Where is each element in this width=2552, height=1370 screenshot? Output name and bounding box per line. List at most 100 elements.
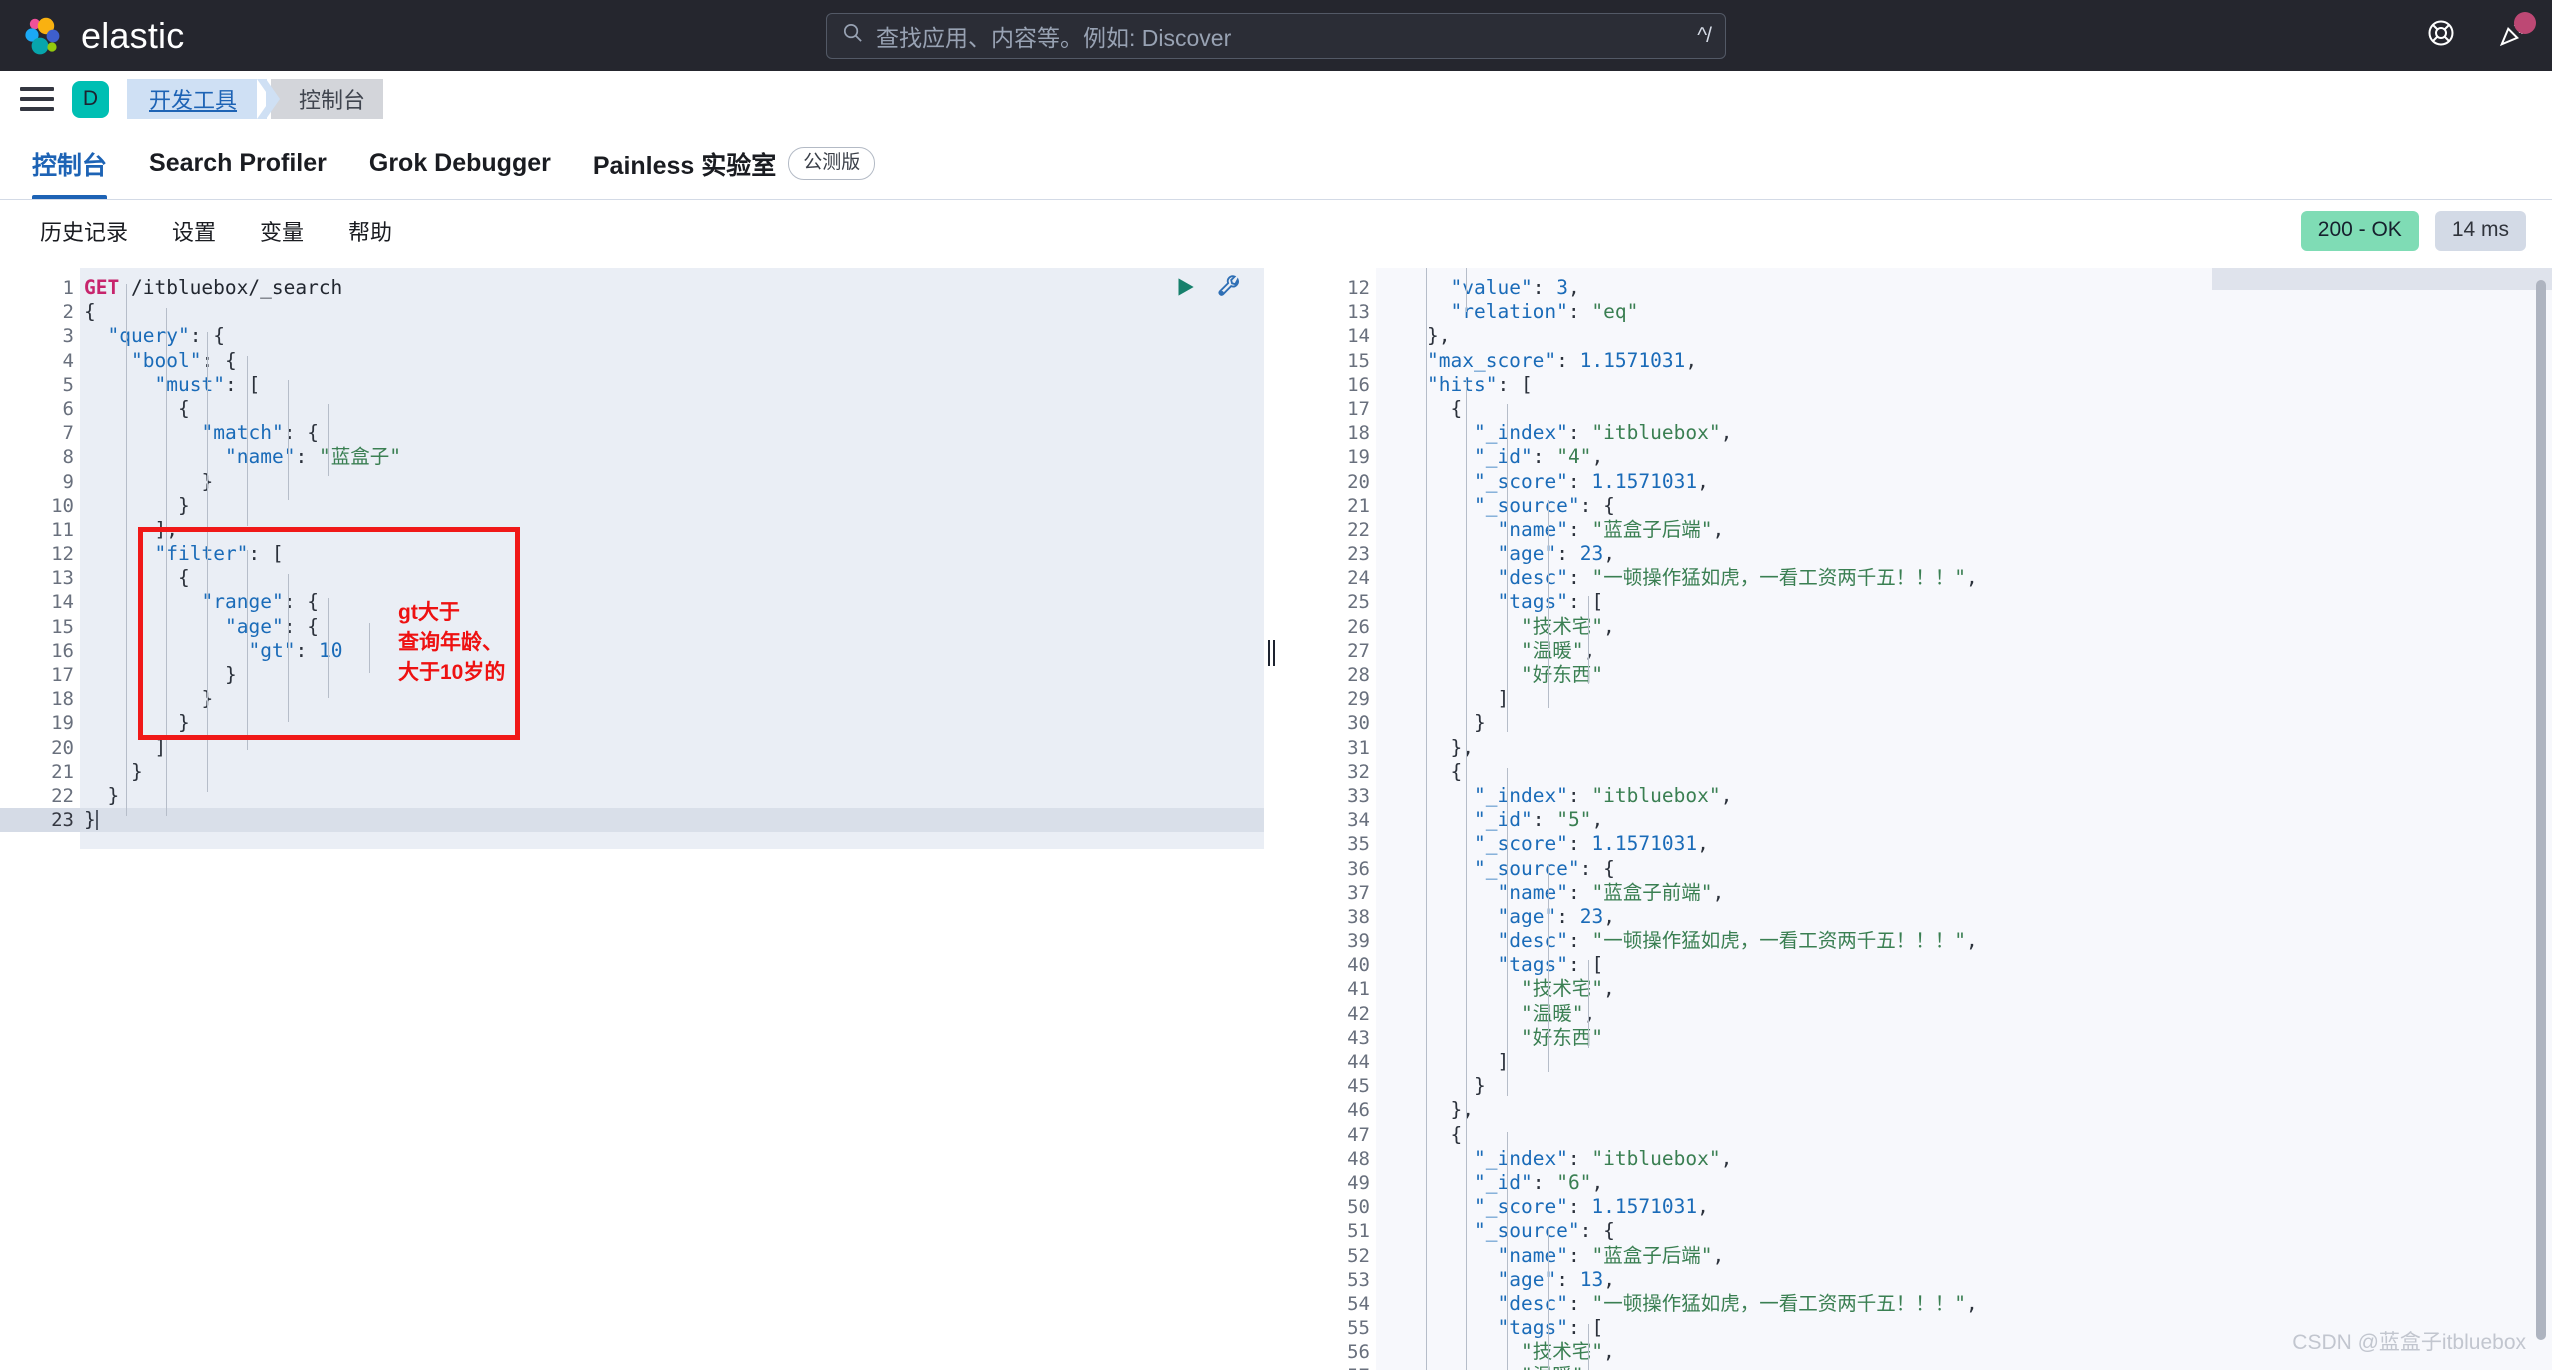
code-line[interactable]: "age": 23, bbox=[1376, 905, 2552, 929]
wrench-icon[interactable] bbox=[1216, 274, 1242, 306]
code-line[interactable]: "query": { bbox=[80, 324, 1264, 348]
response-scrollbar[interactable] bbox=[2536, 272, 2546, 1370]
code-line[interactable]: "desc": "一顿操作猛如虎，一看工资两千五！！！", bbox=[1376, 566, 2552, 590]
code-line[interactable]: "gt": 10 bbox=[80, 639, 1264, 663]
code-line[interactable]: } bbox=[80, 663, 1264, 687]
code-line[interactable]: { bbox=[1376, 1123, 2552, 1147]
code-line[interactable]: "_score": 1.1571031, bbox=[1376, 1195, 2552, 1219]
code-line[interactable]: "tags": [ bbox=[1376, 953, 2552, 977]
code-line[interactable]: "_source": { bbox=[1376, 1219, 2552, 1243]
global-search[interactable]: 查找应用、内容等。例如: Discover ^/ bbox=[826, 12, 1726, 59]
code-line[interactable]: "技术宅", bbox=[1376, 977, 2552, 1001]
code-line[interactable]: "desc": "一顿操作猛如虎，一看工资两千五！！！", bbox=[1376, 1292, 2552, 1316]
code-line[interactable]: { bbox=[80, 397, 1264, 421]
response-viewer[interactable]: 121314▴1516▾17▾18192021▾22232425▾2627282… bbox=[1280, 268, 2552, 1370]
code-line[interactable]: "name": "蓝盒子后端", bbox=[1376, 518, 2552, 542]
code-line[interactable]: "max_score": 1.1571031, bbox=[1376, 349, 2552, 373]
search-input[interactable]: 查找应用、内容等。例如: Discover bbox=[876, 19, 1685, 53]
line-number: 12 bbox=[1347, 277, 1370, 299]
code-line[interactable]: "_id": "5", bbox=[1376, 808, 2552, 832]
line-number: 20▴ bbox=[51, 736, 94, 759]
scrollbar-thumb[interactable] bbox=[2536, 280, 2546, 1340]
code-line[interactable]: { bbox=[1376, 397, 2552, 421]
code-line[interactable]: "_score": 1.1571031, bbox=[1376, 832, 2552, 856]
toolbar-settings[interactable]: 设置 bbox=[150, 215, 238, 247]
toolbar-variables[interactable]: 变量 bbox=[238, 215, 326, 247]
code-line[interactable]: "range": { bbox=[80, 590, 1264, 614]
code-line[interactable]: "must": [ bbox=[80, 373, 1264, 397]
code-line[interactable]: "_source": { bbox=[1376, 857, 2552, 881]
code-line[interactable]: "_id": "4", bbox=[1376, 445, 2552, 469]
code-line[interactable]: } bbox=[80, 687, 1264, 711]
tab-grok-debugger[interactable]: Grok Debugger bbox=[355, 128, 579, 199]
code-line[interactable]: { bbox=[80, 300, 1264, 324]
code-line[interactable]: } bbox=[1376, 711, 2552, 735]
line-number: 50 bbox=[1347, 1196, 1370, 1219]
announcement-icon[interactable] bbox=[2498, 11, 2536, 54]
code-line[interactable]: "bool": { bbox=[80, 349, 1264, 373]
code-line[interactable]: "温暖", bbox=[1376, 639, 2552, 663]
tab-console[interactable]: 控制台 bbox=[18, 128, 135, 199]
code-line[interactable]: "_score": 1.1571031, bbox=[1376, 470, 2552, 494]
code-line[interactable]: ] bbox=[1376, 1050, 2552, 1074]
code-line[interactable]: "age": 23, bbox=[1376, 542, 2552, 566]
code-line[interactable]: "age": 13, bbox=[1376, 1268, 2552, 1292]
code-line[interactable]: GET /itbluebox/_search bbox=[80, 276, 1264, 300]
code-line[interactable]: "技术宅", bbox=[1376, 615, 2552, 639]
console-toolbar: 历史记录 设置 变量 帮助 200 - OK 14 ms bbox=[0, 200, 2552, 262]
code-line[interactable]: "filter": [ bbox=[80, 542, 1264, 566]
menu-icon[interactable] bbox=[20, 87, 54, 111]
code-line[interactable]: } bbox=[80, 470, 1264, 494]
code-line[interactable]: "_id": "6", bbox=[1376, 1171, 2552, 1195]
avatar[interactable]: D bbox=[72, 80, 109, 118]
elastic-logo-icon bbox=[22, 15, 64, 57]
code-line[interactable]: }, bbox=[1376, 736, 2552, 760]
tab-search-profiler[interactable]: Search Profiler bbox=[135, 128, 355, 199]
code-line[interactable]: "name": "蓝盒子前端", bbox=[1376, 881, 2552, 905]
code-line[interactable]: { bbox=[80, 566, 1264, 590]
code-line[interactable]: ], bbox=[80, 518, 1264, 542]
brand[interactable]: elastic bbox=[0, 15, 184, 57]
code-line[interactable]: } bbox=[80, 760, 1264, 784]
code-line[interactable]: "好东西" bbox=[1376, 663, 2552, 687]
code-line[interactable]: }, bbox=[1376, 1098, 2552, 1122]
tab-painless-lab[interactable]: Painless 实验室 公测版 bbox=[579, 128, 903, 199]
code-line[interactable]: "relation": "eq" bbox=[1376, 300, 2552, 324]
request-editor[interactable]: 12▾3▾4▾5▾6▾7▾89▴10▴11▴12▾13▾14▾15▾1617▴1… bbox=[0, 268, 1264, 1370]
code-line[interactable]: "match": { bbox=[80, 421, 1264, 445]
splitter-grip[interactable] bbox=[1268, 640, 1276, 666]
code-line[interactable]: "tags": [ bbox=[1376, 590, 2552, 614]
code-line[interactable]: "name": "蓝盒子" bbox=[80, 445, 1264, 469]
code-line[interactable]: "_index": "itbluebox", bbox=[1376, 421, 2552, 445]
code-line[interactable]: } bbox=[80, 711, 1264, 735]
pane-splitter[interactable] bbox=[1264, 268, 1280, 1370]
code-line[interactable]: "温暖", bbox=[1376, 1002, 2552, 1026]
code-line[interactable]: "age": { bbox=[80, 615, 1264, 639]
line-number: 41 bbox=[1347, 978, 1370, 1001]
search-box[interactable]: 查找应用、内容等。例如: Discover ^/ bbox=[826, 12, 1726, 59]
code-line[interactable]: "desc": "一顿操作猛如虎，一看工资两千五！！！", bbox=[1376, 929, 2552, 953]
code-line[interactable]: } bbox=[80, 808, 1264, 833]
code-line[interactable]: }, bbox=[1376, 324, 2552, 348]
code-line[interactable]: } bbox=[80, 784, 1264, 808]
code-line[interactable]: { bbox=[1376, 760, 2552, 784]
code-line[interactable]: "_source": { bbox=[1376, 494, 2552, 518]
code-line[interactable]: "name": "蓝盒子后端", bbox=[1376, 1244, 2552, 1268]
code-line[interactable]: "好东西" bbox=[1376, 1026, 2552, 1050]
help-icon[interactable] bbox=[2426, 18, 2456, 54]
code-line[interactable]: } bbox=[1376, 1074, 2552, 1098]
breadcrumb-item-console[interactable]: 控制台 bbox=[257, 79, 384, 119]
response-code[interactable]: "value": 3, "relation": "eq" }, "max_sco… bbox=[1376, 268, 2552, 1370]
code-line[interactable]: } bbox=[80, 494, 1264, 518]
code-line[interactable]: "hits": [ bbox=[1376, 373, 2552, 397]
breadcrumb-item-dev-tools[interactable]: 开发工具 bbox=[127, 79, 281, 119]
code-line[interactable]: "_index": "itbluebox", bbox=[1376, 1147, 2552, 1171]
code-line[interactable]: ] bbox=[80, 736, 1264, 760]
play-icon[interactable] bbox=[1172, 274, 1198, 306]
code-line[interactable]: "_index": "itbluebox", bbox=[1376, 784, 2552, 808]
toolbar-history[interactable]: 历史记录 bbox=[18, 215, 150, 247]
code-line[interactable]: ] bbox=[1376, 687, 2552, 711]
code-line[interactable]: "温暖" bbox=[1376, 1364, 2552, 1370]
line-number: 13 bbox=[1347, 301, 1370, 324]
toolbar-help[interactable]: 帮助 bbox=[326, 215, 414, 247]
